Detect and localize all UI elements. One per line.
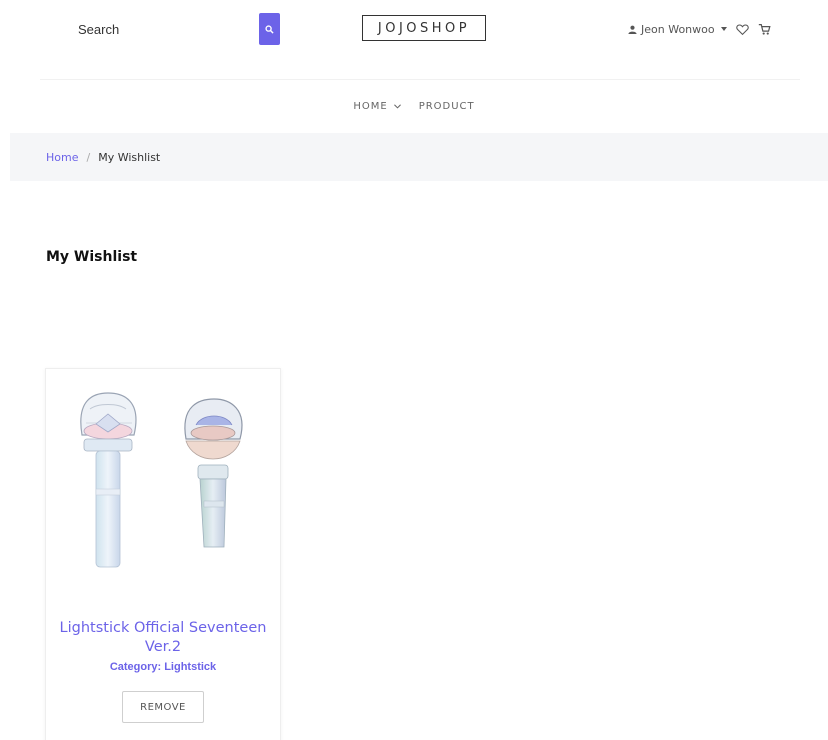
wishlist-card: Lightstick Official Seventeen Ver.2 Cate… bbox=[45, 368, 281, 740]
search-icon bbox=[265, 22, 274, 37]
nav-product[interactable]: PRODUCT bbox=[419, 101, 475, 112]
breadcrumb-home-link[interactable]: Home bbox=[46, 151, 78, 164]
lightstick-image[interactable] bbox=[46, 369, 280, 581]
cart-icon[interactable] bbox=[758, 23, 771, 36]
heart-icon[interactable] bbox=[735, 23, 749, 36]
chevron-down-icon bbox=[393, 103, 401, 109]
page-title: My Wishlist bbox=[46, 249, 138, 265]
breadcrumb: Home / My Wishlist bbox=[10, 133, 828, 181]
nav-product-label: PRODUCT bbox=[418, 100, 475, 112]
breadcrumb-separator: / bbox=[86, 150, 91, 164]
header-divider bbox=[40, 79, 800, 80]
shop-logo[interactable]: JOJOSHOP bbox=[362, 15, 486, 41]
search-box bbox=[62, 13, 280, 45]
breadcrumb-current: My Wishlist bbox=[98, 150, 161, 164]
search-button[interactable] bbox=[259, 13, 280, 45]
nav-home-label: HOME bbox=[353, 100, 388, 112]
user-menu: Jeon Wonwoo bbox=[628, 20, 771, 38]
nav-home[interactable]: HOME bbox=[353, 100, 401, 112]
user-dropdown-caret-icon[interactable] bbox=[720, 27, 727, 31]
main-nav: HOME PRODUCT bbox=[0, 96, 828, 116]
remove-button[interactable]: REMOVE bbox=[122, 691, 204, 723]
user-icon[interactable] bbox=[628, 25, 637, 34]
search-input[interactable] bbox=[62, 13, 258, 45]
top-bar: JOJOSHOP Jeon Wonwoo bbox=[0, 0, 828, 58]
product-name-link[interactable]: Lightstick Official Seventeen Ver.2 bbox=[46, 619, 280, 657]
user-name[interactable]: Jeon Wonwoo bbox=[641, 23, 715, 36]
product-category: Category: Lightstick bbox=[109, 661, 217, 673]
